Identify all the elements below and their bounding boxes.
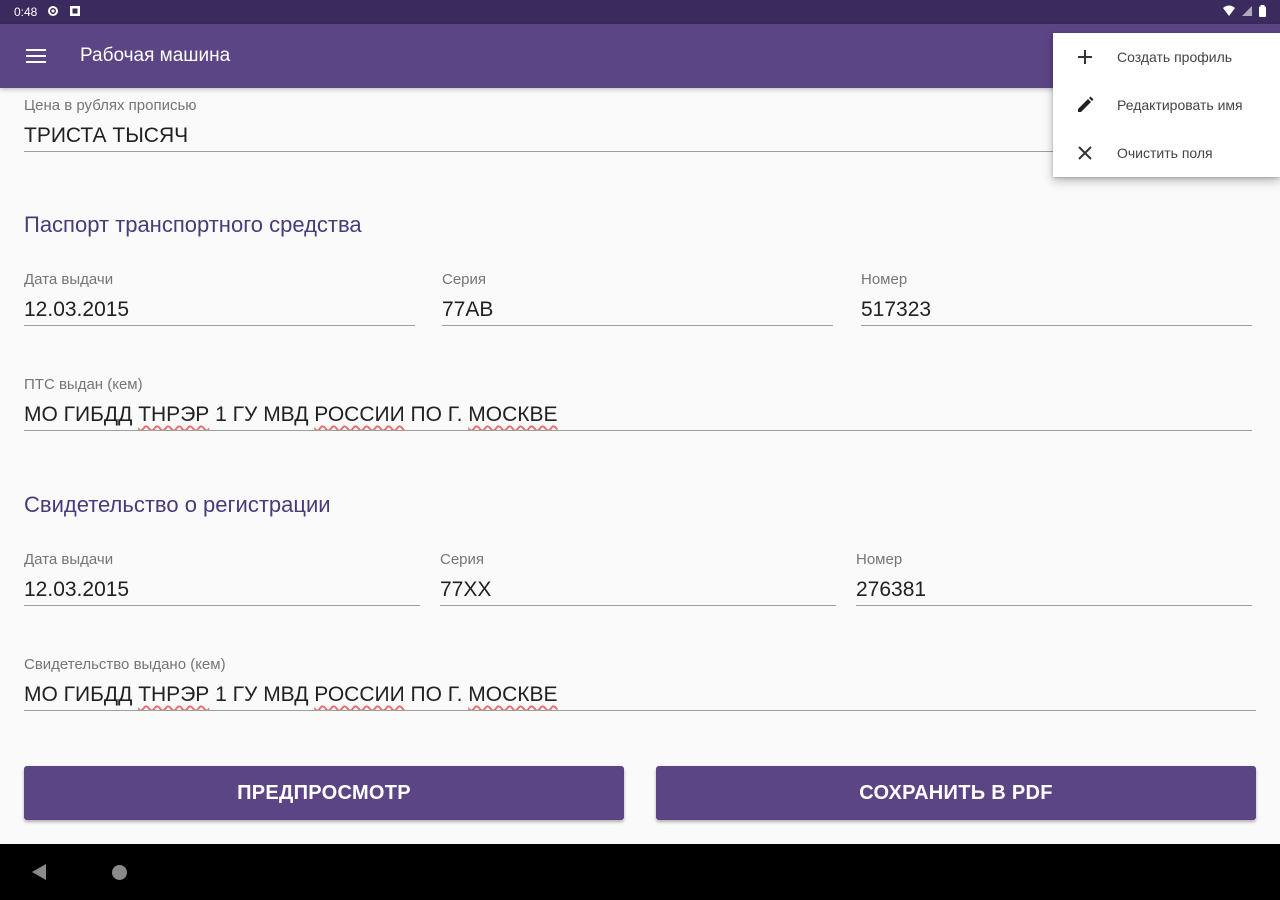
menu-item-create-profile[interactable]: Создать профиль — [1053, 33, 1280, 81]
pts-date-field: Дата выдачи 12.03.2015 — [24, 270, 415, 326]
wifi-icon — [1223, 5, 1235, 20]
status-time: 0:48 — [14, 5, 38, 19]
issued-by-text: РОССИИ — [314, 683, 405, 706]
reg-series-field: Серия 77ХХ — [440, 550, 836, 606]
menu-item-clear-fields[interactable]: Очистить поля — [1053, 129, 1280, 177]
reg-issued-by-field: Свидетельство выдано (кем) МО ГИБДД ТНРЭ… — [24, 655, 1256, 711]
navigation-bar — [0, 844, 1280, 900]
issued-by-text: МО ГИБДД — [24, 403, 139, 426]
reg-series-label: Серия — [440, 551, 485, 568]
preview-button[interactable]: ПРЕДПРОСМОТР — [24, 766, 624, 820]
menu-item-label: Редактировать имя — [1117, 97, 1243, 113]
issued-by-text: ТНРЭР — [138, 683, 210, 706]
signal-icon — [1241, 5, 1253, 20]
issued-by-text: ПО Г. — [404, 403, 469, 426]
pts-series-input[interactable]: 77АВ — [442, 290, 833, 326]
status-bar: 0:48 — [0, 0, 1280, 24]
notification-icon — [69, 5, 81, 20]
registration-section-title: Свидетельство о регистрации — [24, 492, 331, 517]
issued-by-text: МО ГИБДД — [24, 683, 139, 706]
menu-item-label: Очистить поля — [1117, 145, 1213, 161]
reg-date-label: Дата выдачи — [24, 551, 114, 568]
pencil-icon — [1053, 96, 1117, 114]
reg-date-field: Дата выдачи 12.03.2015 — [24, 550, 420, 606]
pts-date-label: Дата выдачи — [24, 271, 114, 288]
issued-by-text: ТНРЭР — [138, 403, 210, 426]
battery-icon — [1259, 4, 1266, 20]
hamburger-menu-button[interactable] — [0, 24, 72, 88]
pts-section-title: Паспорт транспортного средства — [24, 212, 362, 237]
pts-series-field: Серия 77АВ — [442, 270, 833, 326]
issued-by-text: 1 ГУ МВД — [209, 683, 315, 706]
pts-date-input[interactable]: 12.03.2015 — [24, 290, 415, 326]
overflow-menu: Создать профиль Редактировать имя Очисти… — [1053, 33, 1280, 177]
reg-date-input[interactable]: 12.03.2015 — [24, 570, 420, 606]
menu-item-label: Создать профиль — [1117, 49, 1233, 65]
hamburger-icon — [26, 49, 46, 63]
reg-number-input[interactable]: 276381 — [856, 570, 1252, 606]
form-content: Цена в рублях прописью ТРИСТА ТЫСЯЧ Пасп… — [0, 88, 1280, 844]
issued-by-text: МОСКВЕ — [468, 403, 558, 426]
issued-by-text: МОСКВЕ — [468, 683, 558, 706]
plus-icon — [1053, 50, 1117, 64]
app-title: Рабочая машина — [80, 45, 231, 66]
settings-icon — [47, 5, 59, 20]
issued-by-text: 1 ГУ МВД — [209, 403, 315, 426]
pts-issued-by-field: ПТС выдан (кем) МО ГИБДД ТНРЭР 1 ГУ МВД … — [24, 375, 1252, 431]
back-icon[interactable] — [32, 864, 46, 880]
pts-issued-by-label: ПТС выдан (кем) — [24, 376, 143, 393]
pts-number-input[interactable]: 517323 — [861, 290, 1252, 326]
reg-issued-by-input[interactable]: МО ГИБДД ТНРЭР 1 ГУ МВД РОССИИ ПО Г. МОС… — [24, 675, 1256, 711]
save-pdf-button[interactable]: СОХРАНИТЬ В PDF — [656, 766, 1256, 820]
close-icon — [1053, 146, 1117, 160]
reg-number-field: Номер 276381 — [856, 550, 1252, 606]
reg-issued-by-label: Свидетельство выдано (кем) — [24, 656, 226, 673]
pts-number-field: Номер 517323 — [861, 270, 1252, 326]
home-icon[interactable] — [112, 865, 127, 880]
issued-by-text: РОССИИ — [314, 403, 405, 426]
reg-number-label: Номер — [856, 551, 903, 568]
reg-series-input[interactable]: 77ХХ — [440, 570, 836, 606]
issued-by-text: ПО Г. — [404, 683, 469, 706]
menu-item-edit-name[interactable]: Редактировать имя — [1053, 81, 1280, 129]
pts-issued-by-input[interactable]: МО ГИБДД ТНРЭР 1 ГУ МВД РОССИИ ПО Г. МОС… — [24, 395, 1252, 431]
pts-number-label: Номер — [861, 271, 908, 288]
pts-series-label: Серия — [442, 271, 487, 288]
